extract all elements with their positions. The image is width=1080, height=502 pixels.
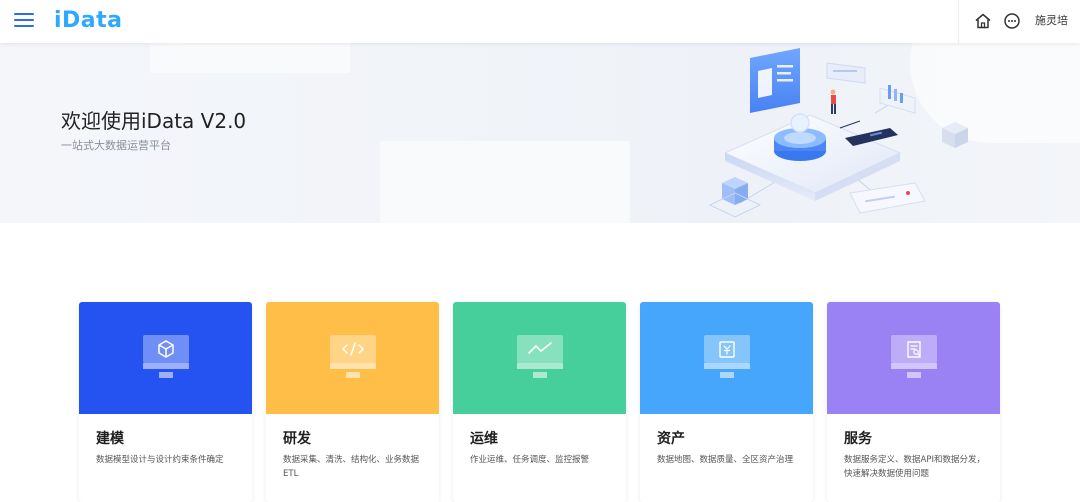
card-services[interactable]: 服务 数据服务定义、数据API和数据分发，快速解决数据使用问题 [827,302,1000,502]
message-icon[interactable] [1003,12,1021,30]
card-header [266,302,439,414]
welcome-banner: 欢迎使用iData V2.0 一站式大数据运营平台 [0,43,1080,223]
card-header [640,302,813,414]
card-description: 作业运维、任务调度、监控报警 [470,455,590,465]
app-logo[interactable]: iData [54,6,123,36]
card-description: 数据模型设计与设计约束条件确定 [96,455,224,465]
document-icon [891,335,937,378]
card-title: 建模 [96,431,124,447]
menu-icon[interactable] [14,13,34,29]
banner-title: 欢迎使用iData V2.0 [61,109,247,133]
card-title: 研发 [283,431,311,447]
card-development[interactable]: 研发 数据采集、清洗、结构化、业务数据ETL [266,302,439,502]
code-icon [330,335,376,378]
card-description: 数据地图、数据质量、全区资产治理 [657,455,794,465]
card-assets[interactable]: 资产 数据地图、数据质量、全区资产治理 [640,302,813,502]
data-platform-illustration [708,48,968,218]
trend-icon [517,335,563,378]
card-title: 服务 [844,431,872,447]
feature-cards: 建模 数据模型设计与设计约束条件确定 研发 数据采集、清洗、结构化、业务数据ET… [79,302,1002,502]
card-modeling[interactable]: 建模 数据模型设计与设计约束条件确定 [79,302,252,502]
header-actions: 施灵培 [958,0,1080,43]
top-header: iData 施灵培 [0,0,1080,43]
card-header [453,302,626,414]
banner-subtitle: 一站式大数据运营平台 [61,139,171,152]
card-header [827,302,1000,414]
user-name[interactable]: 施灵培 [1035,13,1068,29]
card-title: 资产 [657,431,685,447]
card-title: 运维 [470,431,498,447]
home-icon[interactable] [974,12,992,30]
card-operations[interactable]: 运维 作业运维、任务调度、监控报警 [453,302,626,502]
card-description: 数据服务定义、数据API和数据分发，快速解决数据使用问题 [844,455,985,479]
card-description: 数据采集、清洗、结构化、业务数据ETL [283,455,420,479]
cube-icon [143,335,189,378]
yen-icon [704,335,750,378]
card-header [79,302,252,414]
